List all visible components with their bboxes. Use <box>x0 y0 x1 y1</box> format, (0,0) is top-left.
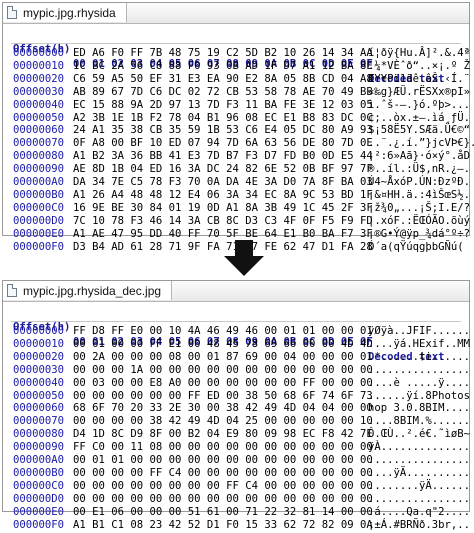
header-divider <box>11 321 461 322</box>
bottom-hex-grid[interactable]: Offset(h) 00 01 02 03 04 05 06 07 08 09 … <box>3 302 470 531</box>
top-tab-bar: mypic.jpg.rhysida <box>3 3 469 24</box>
tab-top-file[interactable]: mypic.jpg.rhysida <box>3 3 127 22</box>
top-tab-title: mypic.jpg.rhysida <box>23 5 116 20</box>
row-bytes[interactable]: A1 B1 C1 08 23 42 52 D1 F0 15 33 62 72 8… <box>73 518 373 533</box>
row-offset[interactable]: 000000F0 <box>13 240 64 255</box>
row-decoded[interactable]: Ó´­a(qŸúqgþbGÑú( <box>368 240 464 255</box>
top-hex-grid[interactable]: Offset(h) 00 01 02 03 04 05 06 07 08 09 … <box>3 24 474 253</box>
file-icon <box>7 6 17 19</box>
header-divider <box>11 43 461 44</box>
file-icon <box>7 284 17 297</box>
top-hex-panel: mypic.jpg.rhysida Offset(h) 00 01 02 03 … <box>2 2 474 253</box>
hex-row: 000000F0 A1 B1 C1 08 23 42 52 D1 F0 15 33… <box>3 518 470 533</box>
down-arrow-icon <box>224 240 264 276</box>
bottom-hex-panel: mypic.jpg.rhysida_dec.jpg Offset(h) 00 0… <box>2 280 470 531</box>
tab-bottom-file[interactable]: mypic.jpg.rhysida_dec.jpg <box>3 281 173 300</box>
row-bytes[interactable]: D3 B4 AD 61 28 71 9F FA 71 67 FE 62 47 D… <box>73 240 373 255</box>
row-offset[interactable]: 000000F0 <box>13 518 64 533</box>
row-decoded[interactable]: ¡±Á.#BRÑð.3br‚.. <box>368 518 470 533</box>
bottom-tab-bar: mypic.jpg.rhysida_dec.jpg <box>3 281 469 302</box>
header-row: Offset(h) 00 01 02 03 04 05 06 07 08 09 … <box>3 27 469 85</box>
bottom-tab-title: mypic.jpg.rhysida_dec.jpg <box>23 283 162 298</box>
header-row: Offset(h) 00 01 02 03 04 05 06 07 08 09 … <box>3 305 469 363</box>
